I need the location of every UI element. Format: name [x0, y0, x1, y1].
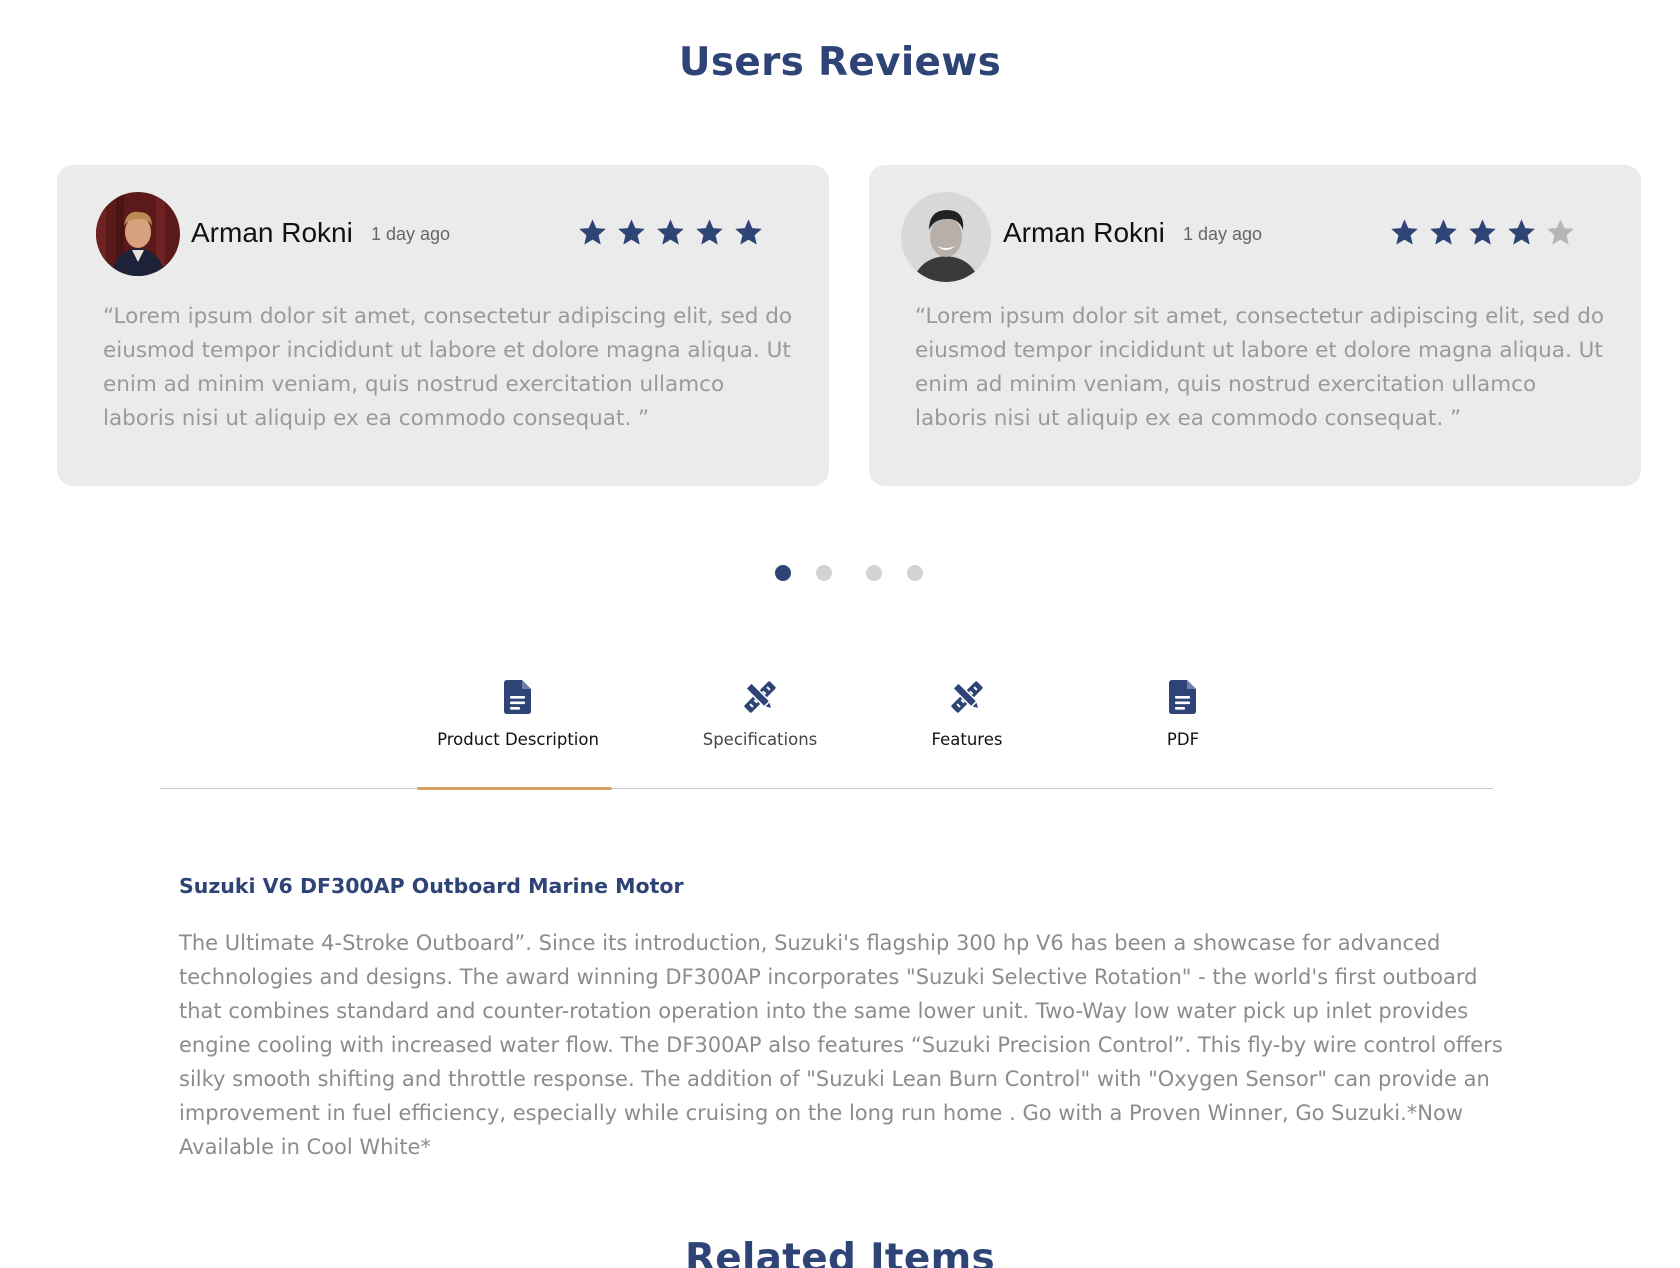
carousel-dot[interactable] [816, 565, 832, 581]
carousel-pagination [0, 565, 1680, 581]
tab-label: PDF [1166, 730, 1200, 749]
carousel-dot[interactable] [907, 565, 923, 581]
reviewer-name: Arman Rokni [1003, 217, 1165, 248]
review-text: “Lorem ipsum dolor sit amet, consectetur… [103, 304, 793, 431]
document-icon [1169, 680, 1196, 714]
star-filled-icon [1508, 219, 1535, 245]
star-empty-icon [1547, 219, 1574, 245]
tab-label: Specifications [702, 730, 818, 749]
star-filled-icon [735, 219, 762, 245]
star-rating [1389, 217, 1576, 248]
avatar [96, 192, 180, 276]
review-time: 1 day ago [371, 224, 451, 244]
review-card: Arman Rokni 1 day ago “Lorem ipsum dolor… [869, 165, 1641, 486]
star-filled-icon [618, 219, 645, 245]
tab-pdf[interactable]: PDF [1083, 672, 1283, 749]
review-time: 1 day ago [1183, 224, 1263, 244]
star-filled-icon [1469, 219, 1496, 245]
ruler-pencil-icon [951, 681, 983, 713]
review-card: Arman Rokni 1 day ago “Lorem ipsum dolor… [57, 165, 829, 486]
page: Users Reviews Arman Rokni 1 day ago “Lor… [0, 0, 1680, 1268]
tab-label: Features [931, 730, 1003, 749]
product-description: The Ultimate 4-Stroke Outboard”. Since i… [179, 931, 1503, 1159]
tabs-divider [160, 788, 1493, 789]
star-filled-icon [579, 219, 606, 245]
product-title: Suzuki V6 DF300AP Outboard Marine Motor [179, 874, 684, 898]
reviewer-name: Arman Rokni [191, 217, 353, 248]
document-icon [504, 680, 531, 714]
carousel-dot[interactable] [866, 565, 882, 581]
active-tab-indicator [417, 787, 612, 790]
ruler-pencil-icon [744, 681, 776, 713]
star-filled-icon [1430, 219, 1457, 245]
star-filled-icon [696, 219, 723, 245]
product-tabs: Product Description Specifications Featu… [160, 672, 1493, 790]
related-items-title: Related Items [684, 1236, 996, 1268]
reviews-title: Users Reviews [678, 40, 1002, 85]
review-text: “Lorem ipsum dolor sit amet, consectetur… [915, 304, 1605, 431]
carousel-dot[interactable] [775, 565, 791, 581]
tab-specifications[interactable]: Specifications [660, 672, 860, 749]
tab-features[interactable]: Features [867, 672, 1067, 749]
tab-label: Product Description [437, 730, 599, 749]
star-rating [577, 217, 764, 248]
avatar [901, 192, 991, 282]
star-filled-icon [657, 219, 684, 245]
tab-product-description[interactable]: Product Description [418, 672, 618, 749]
star-filled-icon [1391, 219, 1418, 245]
